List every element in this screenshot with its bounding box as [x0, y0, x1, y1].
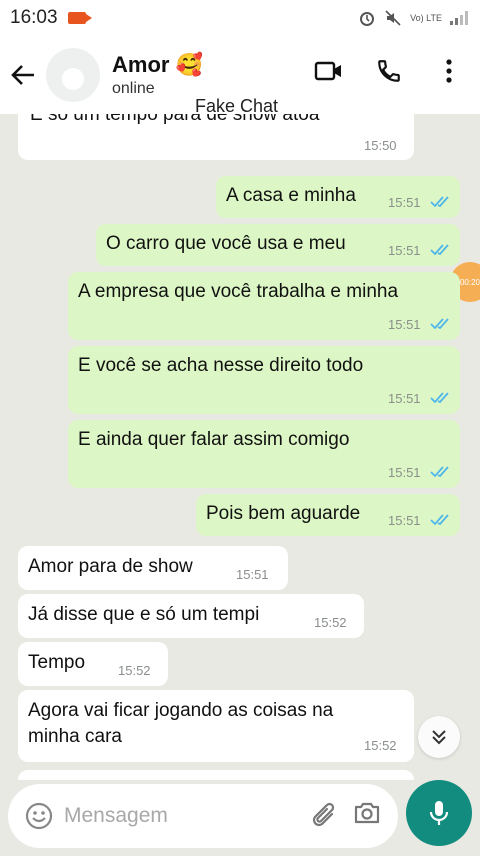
video-call-icon: [314, 61, 341, 81]
scroll-to-bottom-button[interactable]: [418, 716, 460, 758]
mic-button[interactable]: [406, 780, 472, 846]
read-ticks-icon: [430, 244, 449, 256]
avatar[interactable]: [46, 48, 100, 102]
mute-icon: [385, 10, 401, 26]
message-text: Amor para de show: [28, 556, 193, 577]
attach-button[interactable]: [310, 798, 340, 837]
message-incoming[interactable]: Tempo 15:52: [18, 642, 168, 686]
camera-icon: [354, 802, 380, 824]
message-time: 15:51: [388, 465, 421, 480]
message-text: Tempo: [28, 652, 86, 673]
video-call-button[interactable]: [312, 54, 346, 88]
message-text: O carro que você usa e meu: [106, 233, 346, 254]
message-text-line: minha cara: [28, 726, 122, 747]
message-incoming[interactable]: Já disse que e só um tempi 15:52: [18, 594, 364, 638]
message-outgoing[interactable]: A casa e minha 15:51: [216, 176, 460, 218]
phone-icon: [378, 60, 400, 82]
message-input[interactable]: [64, 804, 284, 828]
message-time: 15:52: [364, 738, 397, 753]
message-incoming[interactable]: Amor para de show 15:51: [18, 546, 288, 590]
read-ticks-icon: [430, 514, 449, 526]
message-outgoing[interactable]: E você se acha nesse direito todo 15:51: [68, 346, 460, 414]
camera-button[interactable]: [352, 798, 382, 833]
message-incoming[interactable]: Agora vai ficar jogando as coisas na min…: [18, 690, 414, 762]
message-text: A casa e minha: [226, 185, 356, 206]
message-outgoing[interactable]: A empresa que você trabalha e minha 15:5…: [68, 272, 460, 340]
message-text-line: Agora vai ficar jogando as coisas na: [28, 700, 334, 721]
message-list[interactable]: E só um tempo para de show atoa 15:50 00…: [0, 114, 480, 780]
back-button[interactable]: [0, 52, 46, 98]
more-vert-icon: [446, 59, 452, 83]
read-ticks-icon: [430, 196, 449, 208]
read-ticks-icon: [430, 466, 449, 478]
message-incoming[interactable]: E só um tempo para de show atoa 15:50: [18, 114, 414, 160]
arrow-left-icon: [11, 65, 34, 85]
mic-icon: [429, 801, 449, 825]
read-ticks-icon: [430, 392, 449, 404]
emoji-button[interactable]: [14, 791, 64, 841]
contact-status: online: [112, 80, 155, 97]
message-text: A empresa que você trabalha e minha: [78, 281, 399, 302]
contact-emoji: 🥰: [175, 52, 203, 77]
message-text: Já disse que e só um tempi: [28, 604, 260, 625]
emoji-icon: [25, 802, 53, 830]
message-time: 15:51: [388, 317, 421, 332]
alarm-icon: [360, 12, 375, 26]
message-text: E você se acha nesse direito todo: [78, 355, 364, 376]
contact-info[interactable]: Amor 🥰 online: [112, 52, 203, 98]
message-time: 15:51: [388, 513, 421, 528]
status-time: 16:03: [10, 7, 58, 28]
paperclip-icon: [312, 802, 335, 827]
read-ticks-icon: [430, 318, 449, 330]
status-bar: 16:03 Vo) LTE: [0, 0, 480, 36]
message-time: 15:52: [118, 663, 151, 678]
contact-name: Amor: [112, 52, 170, 77]
message-text: E só um tempo para de show atoa: [30, 114, 320, 125]
message-text: E ainda quer falar assim comigo: [78, 429, 350, 450]
voice-call-button[interactable]: [372, 54, 406, 88]
message-time: 15:51: [388, 195, 421, 210]
screen-record-icon: [67, 12, 92, 24]
message-outgoing[interactable]: O carro que você usa e meu 15:51: [96, 224, 460, 266]
signal-icon: [450, 11, 468, 25]
message-composer: [8, 784, 398, 848]
more-options-button[interactable]: [432, 54, 466, 88]
message-incoming[interactable]: [18, 770, 414, 780]
chevron-double-down-icon: [432, 730, 446, 745]
message-time: 15:51: [388, 391, 421, 406]
message-time: 15:50: [364, 138, 397, 153]
message-outgoing[interactable]: Pois bem aguarde 15:51: [196, 494, 460, 536]
message-outgoing[interactable]: E ainda quer falar assim comigo 15:51: [68, 420, 460, 488]
message-time: 15:51: [388, 243, 421, 258]
message-time: 15:52: [314, 615, 347, 630]
network-label: Vo) LTE: [410, 12, 442, 23]
message-text: Pois bem aguarde: [206, 503, 361, 524]
message-time: 15:51: [236, 567, 269, 582]
